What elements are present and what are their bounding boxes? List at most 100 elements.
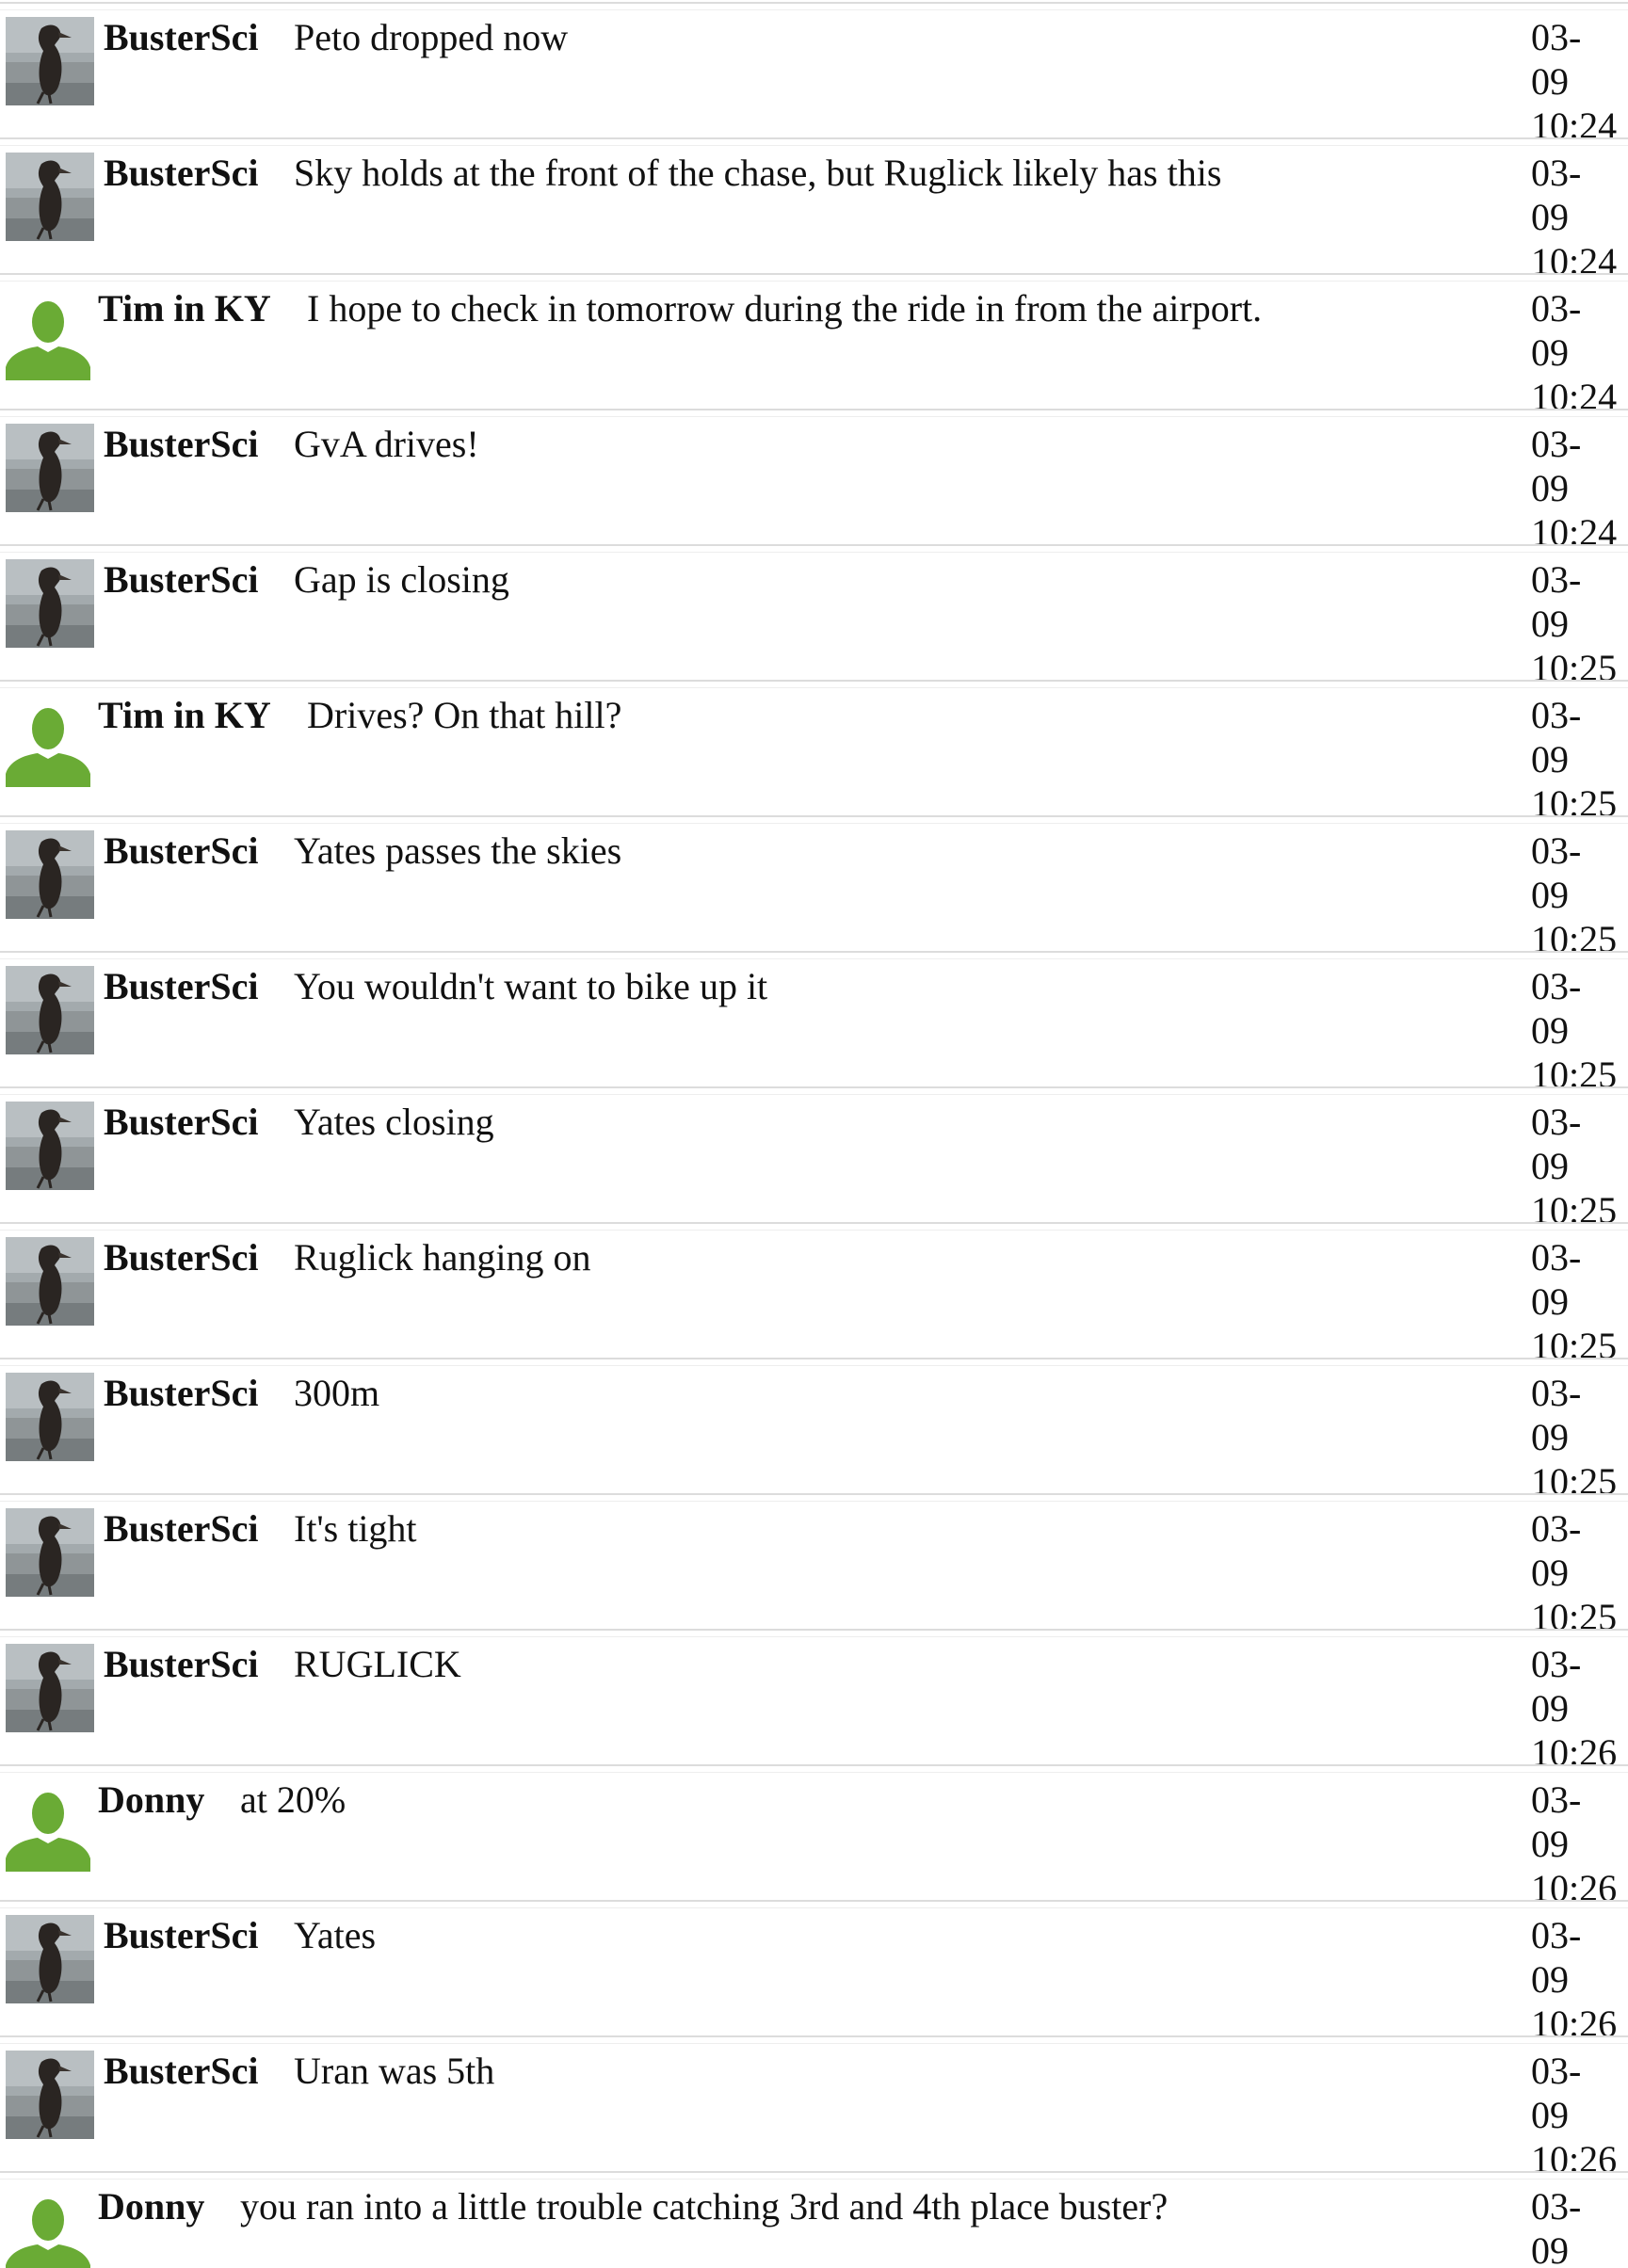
timestamp: 03- 09 10:24 bbox=[1531, 422, 1625, 555]
message-row: BusterSci GvA drives! 03- 09 10:24 bbox=[0, 409, 1628, 554]
message-row: Donny you ran into a little trouble catch… bbox=[0, 2171, 1628, 2268]
person-icon[interactable] bbox=[6, 2194, 90, 2268]
timestamp: 03- 09 10:25 bbox=[1531, 557, 1625, 690]
timestamp-month: 03- bbox=[1531, 2050, 1582, 2092]
timestamp-month: 03- bbox=[1531, 1643, 1582, 1685]
timestamp: 03- 09 10:24 bbox=[1531, 15, 1625, 148]
username[interactable]: BusterSci bbox=[104, 1100, 258, 1145]
penguin-icon[interactable] bbox=[6, 1373, 94, 1461]
message-text: at 20% bbox=[240, 1778, 347, 1821]
timestamp-month: 03- bbox=[1531, 1372, 1582, 1414]
penguin-icon[interactable] bbox=[6, 2051, 94, 2139]
timestamp-day: 09 bbox=[1531, 1009, 1569, 1052]
username[interactable]: BusterSci bbox=[104, 1913, 258, 1958]
username[interactable]: BusterSci bbox=[104, 2049, 258, 2094]
timestamp-day: 09 bbox=[1531, 1145, 1569, 1187]
penguin-icon[interactable] bbox=[6, 1915, 94, 2003]
username[interactable]: Tim in KY bbox=[98, 286, 271, 331]
message-text: Yates bbox=[294, 1914, 377, 1956]
message-row: BusterSci You wouldn't want to bike up it… bbox=[0, 951, 1628, 1096]
penguin-icon[interactable] bbox=[6, 1237, 94, 1326]
person-icon[interactable] bbox=[6, 296, 90, 380]
message-text: Sky holds at the front of the chase, but… bbox=[294, 152, 1222, 194]
penguin-icon[interactable] bbox=[6, 424, 94, 512]
message-row: BusterSci 300m 03- 09 10:25 bbox=[0, 1358, 1628, 1503]
penguin-icon[interactable] bbox=[6, 1508, 94, 1597]
timestamp-day: 09 bbox=[1531, 1958, 1569, 2001]
timestamp-month: 03- bbox=[1531, 694, 1582, 736]
penguin-icon[interactable] bbox=[6, 1644, 94, 1732]
timestamp-day: 09 bbox=[1531, 1416, 1569, 1458]
timestamp-day: 09 bbox=[1531, 1823, 1569, 1865]
message-text: RUGLICK bbox=[294, 1643, 461, 1685]
timestamp: 03- 09 10:25 bbox=[1531, 828, 1625, 961]
message-row: BusterSci Yates passes the skies 03- 09 10:2… bbox=[0, 815, 1628, 960]
penguin-icon[interactable] bbox=[6, 17, 94, 105]
message-row: BusterSci Uran was 5th 03- 09 10:26 bbox=[0, 2035, 1628, 2180]
timestamp: 03- 09 10:25 bbox=[1531, 1371, 1625, 1504]
penguin-icon[interactable] bbox=[6, 559, 94, 648]
timestamp-day: 09 bbox=[1531, 603, 1569, 645]
timestamp-month: 03- bbox=[1531, 1507, 1582, 1550]
message-text: Drives? On that hill? bbox=[307, 694, 622, 736]
timestamp: 03- 09 bbox=[1531, 2184, 1625, 2268]
timestamp-day: 09 bbox=[1531, 1280, 1569, 1323]
penguin-icon[interactable] bbox=[6, 830, 94, 919]
timestamp: 03- 09 10:26 bbox=[1531, 2049, 1625, 2181]
timestamp-month: 03- bbox=[1531, 423, 1582, 465]
timestamp-month: 03- bbox=[1531, 829, 1582, 872]
username[interactable]: BusterSci bbox=[104, 828, 258, 874]
message-text: Gap is closing bbox=[294, 558, 509, 601]
message-text: Uran was 5th bbox=[294, 2050, 495, 2092]
timestamp-day: 09 bbox=[1531, 874, 1569, 916]
penguin-icon[interactable] bbox=[6, 966, 94, 1054]
message-row: Donny at 20% 03- 09 10:26 bbox=[0, 1764, 1628, 1909]
timestamp: 03- 09 10:25 bbox=[1531, 1506, 1625, 1639]
timestamp-day: 09 bbox=[1531, 2094, 1569, 2136]
message-text: It's tight bbox=[294, 1507, 417, 1550]
timestamp-month: 03- bbox=[1531, 965, 1582, 1007]
penguin-icon[interactable] bbox=[6, 1102, 94, 1190]
timestamp-day: 09 bbox=[1531, 331, 1569, 374]
message-text: GvA drives! bbox=[294, 423, 479, 465]
timestamp-day: 09 bbox=[1531, 1687, 1569, 1729]
timestamp-day: 09 bbox=[1531, 196, 1569, 238]
username[interactable]: Tim in KY bbox=[98, 693, 271, 738]
timestamp: 03- 09 10:26 bbox=[1531, 1642, 1625, 1775]
username[interactable]: Donny bbox=[98, 2184, 204, 2229]
timestamp: 03- 09 10:26 bbox=[1531, 1913, 1625, 2046]
message-row: BusterSci RUGLICK 03- 09 10:26 bbox=[0, 1629, 1628, 1774]
username[interactable]: Donny bbox=[98, 1777, 204, 1823]
timestamp-day: 09 bbox=[1531, 467, 1569, 509]
timestamp-month: 03- bbox=[1531, 287, 1582, 330]
message-text: You wouldn't want to bike up it bbox=[294, 965, 768, 1007]
username[interactable]: BusterSci bbox=[104, 557, 258, 603]
penguin-icon[interactable] bbox=[6, 153, 94, 241]
message-row: BusterSci Sky holds at the front of the c… bbox=[0, 137, 1628, 282]
timestamp: 03- 09 10:26 bbox=[1531, 1777, 1625, 1910]
timestamp-day: 09 bbox=[1531, 738, 1569, 780]
timestamp-month: 03- bbox=[1531, 1778, 1582, 1821]
username[interactable]: BusterSci bbox=[104, 1506, 258, 1552]
username[interactable]: BusterSci bbox=[104, 1235, 258, 1280]
timestamp: 03- 09 10:25 bbox=[1531, 1100, 1625, 1232]
message-row: BusterSci Gap is closing 03- 09 10:25 bbox=[0, 544, 1628, 689]
timestamp: 03- 09 10:25 bbox=[1531, 1235, 1625, 1368]
message-row: Tim in KY I hope to check in tomorrow dur… bbox=[0, 273, 1628, 418]
person-icon[interactable] bbox=[6, 1787, 90, 1872]
timestamp-month: 03- bbox=[1531, 1236, 1582, 1279]
username[interactable]: BusterSci bbox=[104, 422, 258, 467]
username[interactable]: BusterSci bbox=[104, 15, 258, 60]
timestamp-day: 09 bbox=[1531, 1552, 1569, 1594]
username[interactable]: BusterSci bbox=[104, 151, 258, 196]
message-text: 300m bbox=[294, 1372, 380, 1414]
timestamp-month: 03- bbox=[1531, 152, 1582, 194]
timestamp: 03- 09 10:25 bbox=[1531, 964, 1625, 1097]
person-icon[interactable] bbox=[6, 702, 90, 787]
timestamp-month: 03- bbox=[1531, 558, 1582, 601]
username[interactable]: BusterSci bbox=[104, 1371, 258, 1416]
timestamp-month: 03- bbox=[1531, 1101, 1582, 1143]
username[interactable]: BusterSci bbox=[104, 964, 258, 1009]
username[interactable]: BusterSci bbox=[104, 1642, 258, 1687]
timestamp-month: 03- bbox=[1531, 16, 1582, 58]
